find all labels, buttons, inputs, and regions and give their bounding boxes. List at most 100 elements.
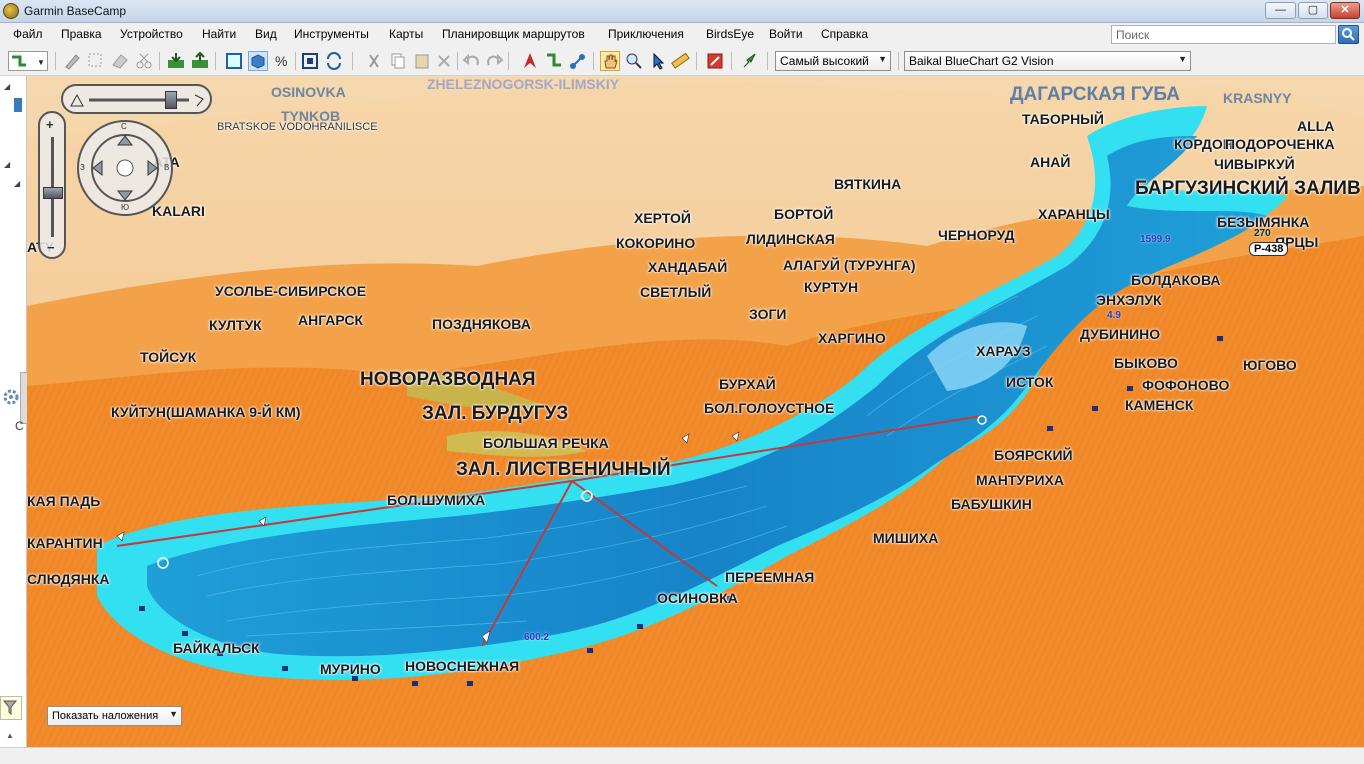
launch-icon[interactable]: [740, 51, 760, 71]
library-folder-icon[interactable]: [14, 98, 22, 112]
send-device-icon[interactable]: [166, 51, 186, 71]
undo-icon[interactable]: [462, 51, 482, 71]
filter-icon[interactable]: [0, 696, 22, 720]
menu-file[interactable]: Файл: [13, 27, 43, 41]
map-label: ALLA: [1297, 118, 1335, 134]
tilt-slider-thumb[interactable]: [165, 91, 177, 109]
sidebar-label-c: С: [15, 419, 24, 433]
detail-level-select[interactable]: Самый высокий ▼: [775, 51, 891, 71]
ruler-icon[interactable]: [670, 51, 690, 71]
menu-maps[interactable]: Карты: [389, 27, 423, 41]
gear-icon[interactable]: [2, 388, 20, 406]
zoom-slider-thumb[interactable]: [43, 187, 63, 199]
menu-tools[interactable]: Инструменты: [294, 27, 369, 41]
menu-route-planner[interactable]: Планировщик маршрутов: [442, 27, 585, 41]
map-label: ХАРАУЗ: [976, 343, 1031, 359]
depth-label: 270: [1254, 228, 1271, 239]
eraser-icon[interactable]: [110, 51, 130, 71]
menu-device[interactable]: Устройство: [120, 27, 183, 41]
map-label: BRATSKOE VODOHRANILISCE: [217, 121, 378, 133]
paste-icon[interactable]: [412, 51, 432, 71]
chevron-down-icon: ▼: [169, 709, 178, 719]
map-label: ЛИДИНСКАЯ: [746, 231, 835, 247]
no-icon[interactable]: [705, 51, 725, 71]
compass-west-label: З: [80, 163, 85, 172]
map-label: ТОЙСУК: [140, 349, 197, 365]
map-label: БОРТОЙ: [774, 206, 834, 222]
sync-icon[interactable]: [324, 51, 344, 71]
scissors-icon[interactable]: [134, 51, 154, 71]
map-label: ПЕРЕЕМНАЯ: [725, 569, 815, 585]
map-label: БОЛЬШАЯ РЕЧКА: [483, 435, 609, 451]
menu-edit[interactable]: Правка: [61, 27, 102, 41]
pencil-icon[interactable]: [62, 51, 82, 71]
menu-find[interactable]: Найти: [202, 27, 236, 41]
map-label: ЗАЛ. ЛИСТВЕНИЧНЫЙ: [456, 459, 671, 480]
chevron-down-icon: ▼: [878, 54, 887, 64]
tilt-slider-track[interactable]: [63, 86, 210, 112]
search-button[interactable]: [1338, 25, 1359, 44]
svg-text:%: %: [275, 53, 287, 69]
map-label: КУЙТУН(ШАМАНКА 9-Й КМ): [111, 404, 301, 420]
route-tool-dropdown[interactable]: ▼: [8, 51, 48, 71]
scroll-down-icon[interactable]: ▲: [6, 731, 14, 740]
map-label: БАБУШКИН: [951, 496, 1032, 512]
search-icon: [1342, 28, 1355, 41]
menu-birdseye[interactable]: BirdsEye: [706, 27, 754, 41]
map-label: БУРХАЙ: [719, 376, 776, 392]
tree-expander-icon-3[interactable]: ◢: [14, 179, 20, 188]
map-product-select[interactable]: Baikal BlueChart G2 Vision ▼: [904, 51, 1191, 71]
map-label: МУРИНО: [320, 661, 381, 677]
maximize-button[interactable]: ▢: [1298, 2, 1328, 19]
receive-device-icon[interactable]: [190, 51, 210, 71]
tree-expander-icon[interactable]: ◢: [4, 82, 10, 91]
map-label: OSINOVKA: [271, 84, 346, 100]
map-label: ОСИНОВКА: [657, 590, 738, 606]
map-label: ХАРАНЦЫ: [1038, 206, 1110, 222]
percent-icon[interactable]: %: [272, 51, 292, 71]
tree-expander-icon-2[interactable]: ◢: [4, 160, 10, 169]
map-label: ТАБОРНЫЙ: [1022, 111, 1104, 127]
zoom-icon[interactable]: [624, 51, 644, 71]
menu-view[interactable]: Вид: [255, 27, 277, 41]
3d-view-icon[interactable]: [248, 51, 268, 71]
menu-help[interactable]: Справка: [821, 27, 868, 41]
cut-icon[interactable]: [364, 51, 384, 71]
hand-icon[interactable]: [600, 51, 620, 71]
track-icon[interactable]: [520, 51, 540, 71]
select-icon[interactable]: [86, 51, 106, 71]
map-label: НОВОСНЕЖНАЯ: [405, 658, 520, 674]
map-label: КУРТУН: [804, 279, 859, 295]
map-label: НОВОРАЗВОДНАЯ: [360, 369, 536, 390]
pointer-icon[interactable]: [648, 51, 668, 71]
pan-compass[interactable]: С Ю З В: [77, 120, 173, 216]
map-label: БОЛ.ШУМИХА: [387, 492, 486, 508]
rect-select-icon[interactable]: [224, 51, 244, 71]
minimize-button[interactable]: —: [1265, 2, 1296, 19]
copy-icon[interactable]: [388, 51, 408, 71]
delete-icon[interactable]: [434, 51, 454, 71]
fit-icon[interactable]: [300, 51, 320, 71]
map-label: КАМЕНСК: [1125, 397, 1194, 413]
tilt-control[interactable]: [61, 84, 212, 114]
zoom-in-icon[interactable]: +: [46, 117, 54, 132]
map-view[interactable]: OSINOVKA TYNKOB BRATSKOE VODOHRANILISCE …: [27, 76, 1364, 747]
redo-icon[interactable]: [484, 51, 504, 71]
map-label: БОЛДАКОВА: [1131, 272, 1221, 288]
toolbar: ▼ % Самый высокий ▼ Baikal BlueChart G2 V…: [0, 48, 1364, 76]
close-button[interactable]: ✕: [1330, 2, 1360, 19]
chevron-down-icon: ▼: [1178, 54, 1187, 64]
show-overlays-select[interactable]: Показать наложения ▼: [47, 706, 182, 726]
map-label: БОЛ.ГОЛОУСТНОЕ: [704, 400, 835, 416]
waypoints-icon[interactable]: [568, 51, 588, 71]
zoom-out-icon[interactable]: −: [47, 240, 55, 255]
depth-label: 1599.9: [1140, 234, 1171, 245]
route-icon[interactable]: [544, 51, 564, 71]
search-input[interactable]: Поиск: [1111, 25, 1336, 44]
menu-adventures[interactable]: Приключения: [608, 27, 684, 41]
compass-icon: [91, 134, 159, 202]
window-title: Garmin BaseCamp: [24, 4, 127, 18]
menu-signin[interactable]: Войти: [769, 27, 803, 41]
show-overlays-value: Показать наложения: [52, 710, 159, 722]
zoom-control[interactable]: + −: [38, 111, 66, 259]
